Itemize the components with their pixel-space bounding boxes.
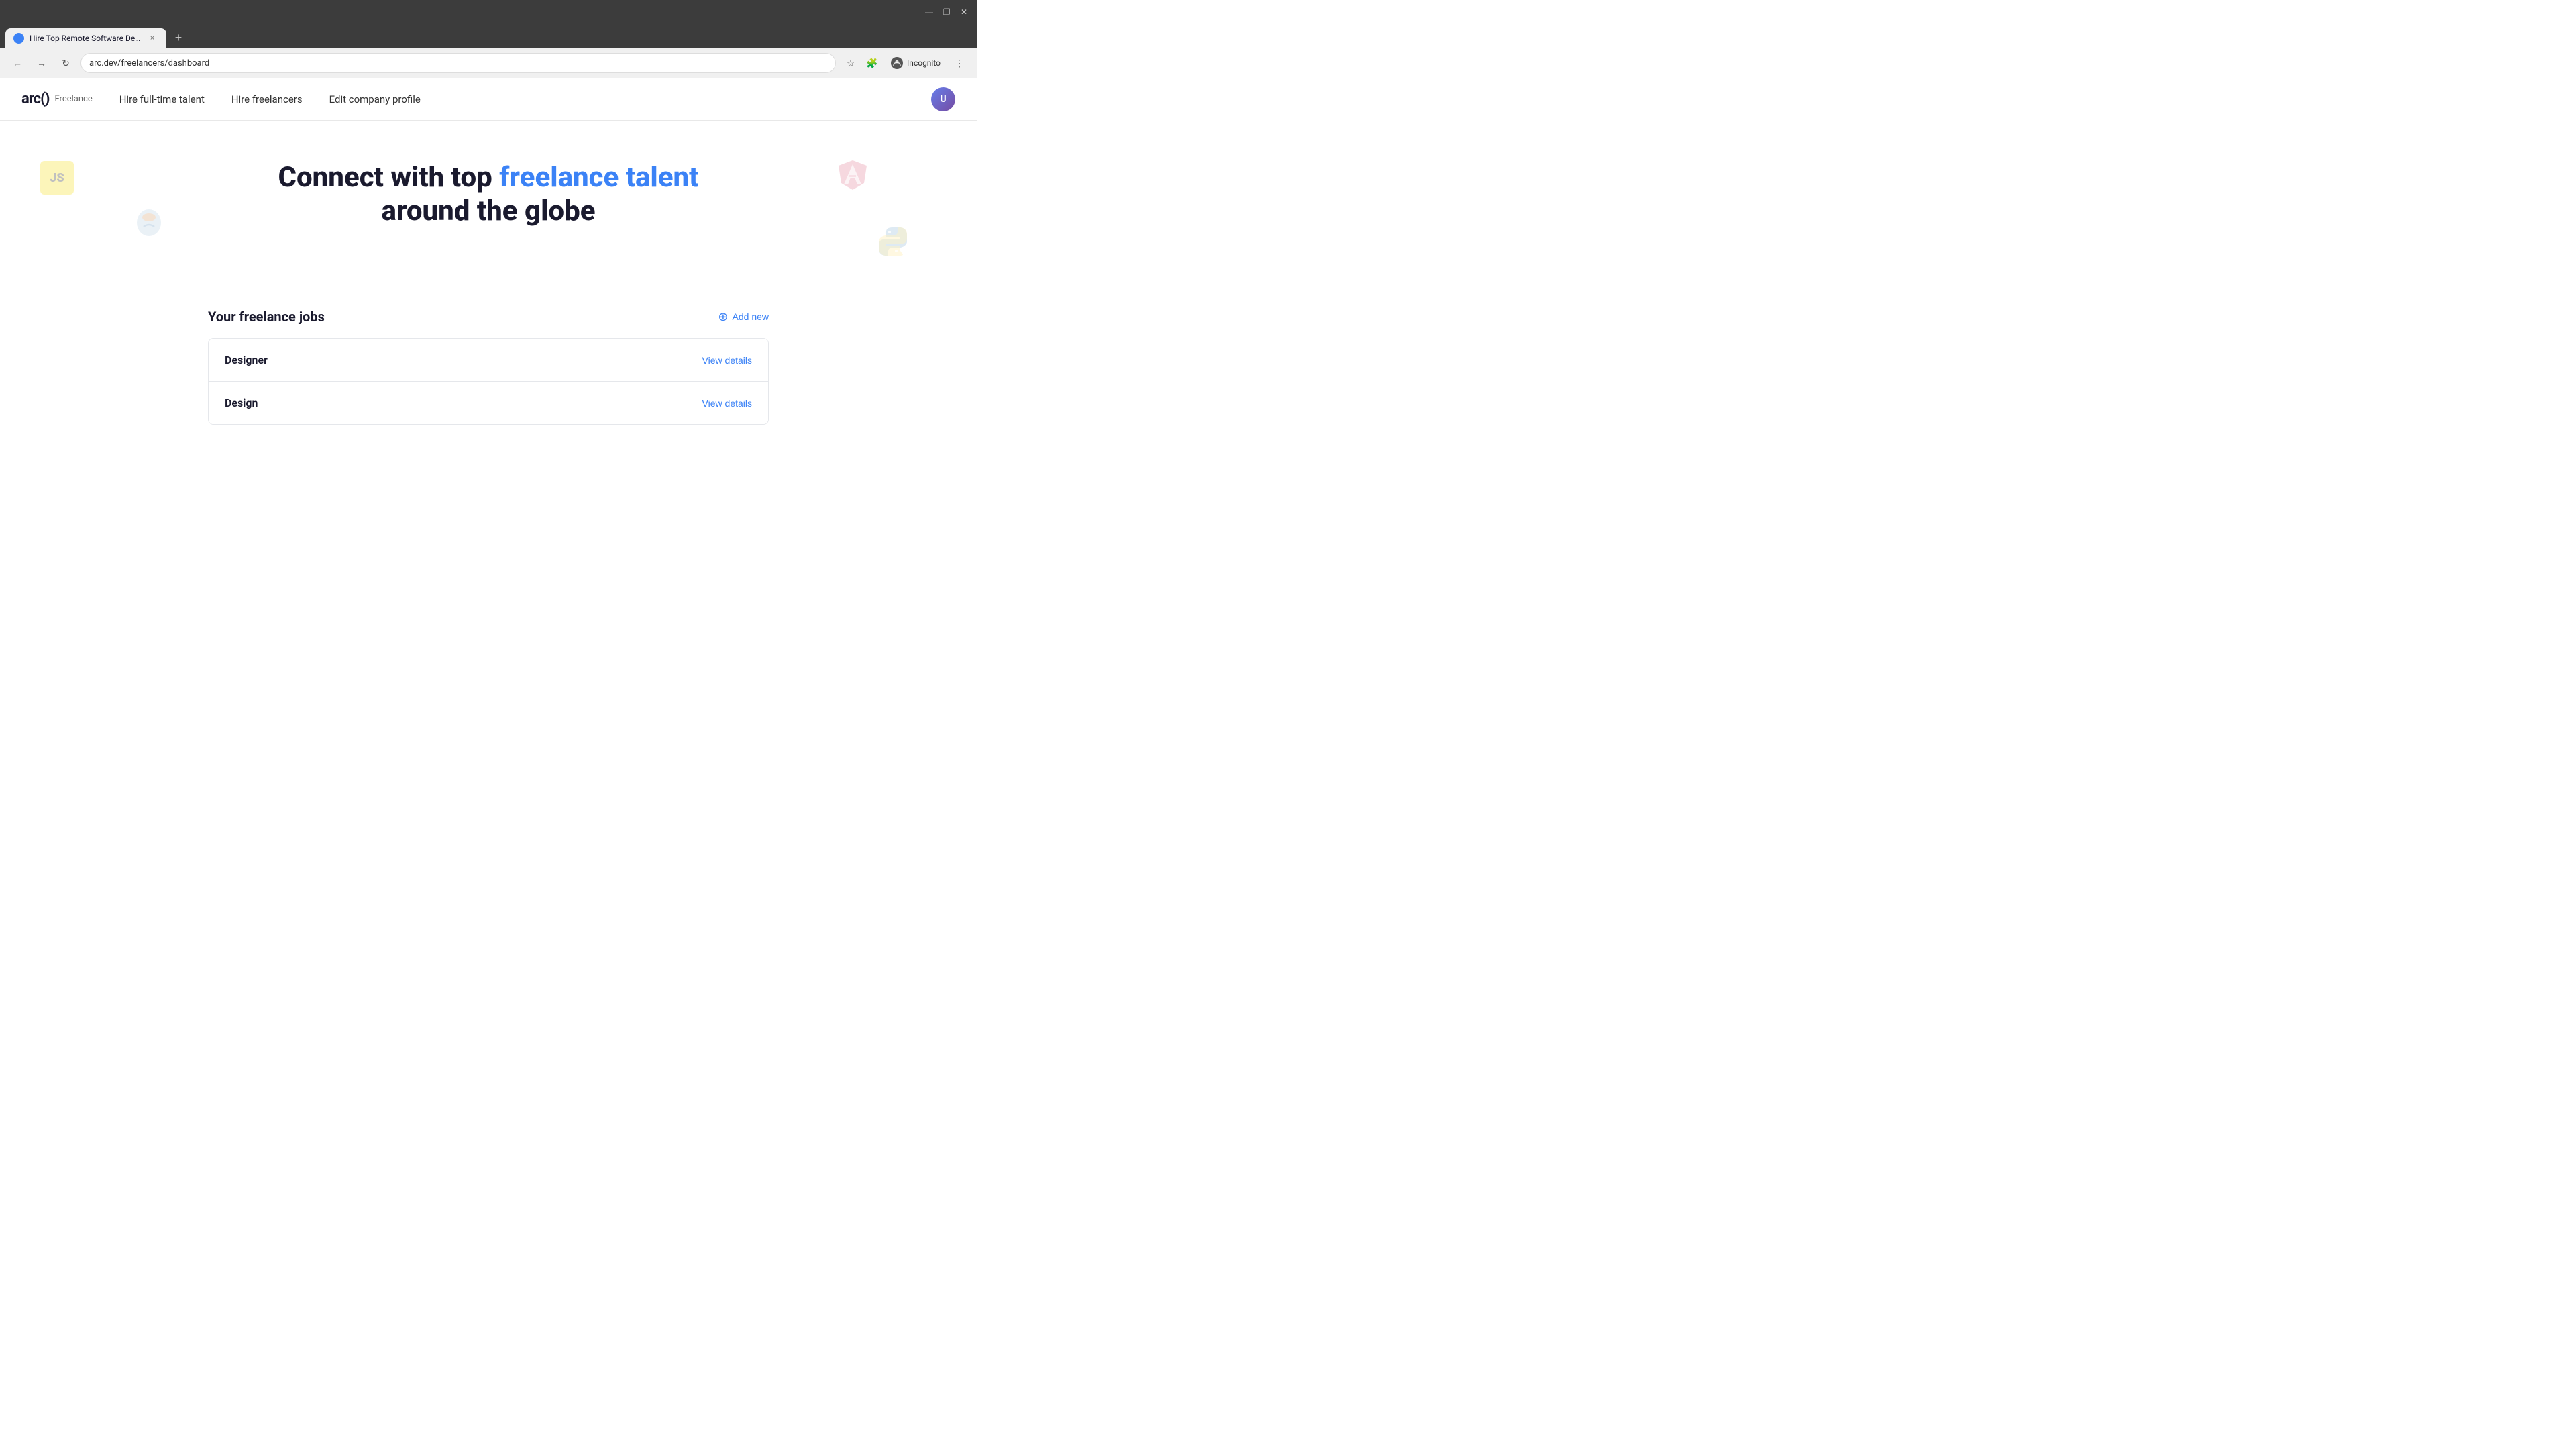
java-floating-icon	[134, 208, 164, 237]
minimize-button[interactable]: —	[922, 5, 936, 19]
add-new-icon: ⊕	[718, 311, 728, 323]
add-new-button[interactable]: ⊕ Add new	[718, 311, 769, 323]
nav-link-edit-profile[interactable]: Edit company profile	[329, 93, 421, 105]
jobs-header: Your freelance jobs ⊕ Add new	[208, 309, 769, 325]
tab-title: Hire Top Remote Software Dev...	[30, 34, 141, 43]
hero-title-prefix: Connect with top	[278, 161, 499, 194]
nav-links: Hire full-time talent Hire freelancers E…	[119, 93, 904, 105]
refresh-button[interactable]: ↻	[56, 54, 75, 72]
add-new-label: Add new	[733, 311, 769, 322]
forward-button[interactable]: →	[32, 54, 51, 72]
extensions-button[interactable]: 🧩	[863, 54, 881, 72]
address-bar[interactable]: arc.dev/freelancers/dashboard	[80, 53, 836, 73]
tab-favicon-icon	[13, 33, 24, 44]
top-nav: arc() Freelance Hire full-time talent Hi…	[0, 78, 977, 121]
logo-area: arc() Freelance	[21, 91, 93, 107]
logo-arc: arc()	[21, 91, 50, 107]
more-options-button[interactable]: ⋮	[950, 54, 969, 72]
more-icon: ⋮	[955, 58, 964, 69]
browser-nav-bar: ← → ↻ arc.dev/freelancers/dashboard ☆ 🧩	[0, 48, 977, 78]
angular-floating-icon	[836, 158, 869, 191]
js-floating-icon: JS	[40, 161, 74, 195]
close-button[interactable]: ✕	[957, 5, 971, 19]
view-details-designer-button[interactable]: View details	[702, 355, 752, 366]
jobs-list: Designer View details Design View detail…	[208, 338, 769, 425]
jobs-section: Your freelance jobs ⊕ Add new Designer V…	[186, 309, 790, 451]
browser-chrome: — ❐ ✕ Hire Top Remote Software Dev... × …	[0, 0, 977, 78]
job-name-design: Design	[225, 396, 258, 409]
browser-actions: ☆ 🧩 Incognito ⋮	[841, 54, 969, 72]
incognito-label: Incognito	[907, 58, 941, 68]
new-tab-button[interactable]: +	[169, 28, 188, 47]
url-text: arc.dev/freelancers/dashboard	[89, 58, 827, 68]
incognito-icon	[891, 57, 903, 69]
avatar[interactable]: U	[931, 87, 955, 111]
bookmark-button[interactable]: ☆	[841, 54, 860, 72]
maximize-button[interactable]: ❐	[939, 5, 954, 19]
nav-link-hire-freelancers[interactable]: Hire freelancers	[231, 93, 303, 105]
close-tab-button[interactable]: ×	[146, 32, 158, 44]
tab-bar: Hire Top Remote Software Dev... × +	[0, 24, 977, 48]
job-item-designer: Designer View details	[209, 339, 768, 382]
app-container: arc() Freelance Hire full-time talent Hi…	[0, 78, 977, 547]
back-button[interactable]: ←	[8, 54, 27, 72]
job-item-design: Design View details	[209, 382, 768, 424]
extensions-icon: 🧩	[866, 58, 877, 69]
hero-section: JS	[0, 121, 977, 309]
avatar-initials: U	[940, 94, 946, 105]
view-details-design-button[interactable]: View details	[702, 398, 752, 409]
active-tab[interactable]: Hire Top Remote Software Dev... ×	[5, 28, 166, 48]
python-floating-icon	[876, 225, 910, 258]
hero-title-highlight: freelance talent	[499, 161, 698, 194]
bookmark-icon: ☆	[847, 58, 855, 69]
hero-title: Connect with top freelance talent around…	[254, 161, 723, 229]
nav-link-hire-fulltime[interactable]: Hire full-time talent	[119, 93, 205, 105]
incognito-badge[interactable]: Incognito	[884, 54, 947, 72]
logo-freelance: Freelance	[55, 94, 93, 104]
title-bar: — ❐ ✕	[0, 0, 977, 24]
job-name-designer: Designer	[225, 354, 268, 366]
hero-title-suffix: around the globe	[381, 195, 595, 227]
jobs-section-title: Your freelance jobs	[208, 309, 325, 325]
